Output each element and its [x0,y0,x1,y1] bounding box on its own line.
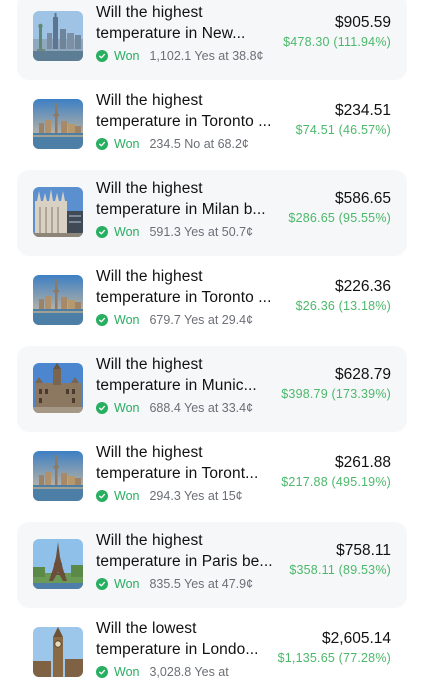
position-value: $234.51 [334,102,391,119]
positions-list: Will the highest temperature in New... W… [0,0,425,679]
position-status: Won 591.3 Yes at 50.7¢ [96,223,253,241]
market-title-line1: Will the highest [96,356,203,373]
position-value: $628.79 [334,366,391,383]
toronto-skyline-image [33,275,83,325]
market-title-line2: temperature in Londo... [96,641,259,658]
won-label: Won [114,137,140,151]
position-status: Won 294.3 Yes at 15¢ [96,487,243,505]
market-thumbnail [33,187,83,237]
market-thumbnail [33,539,83,589]
won-label: Won [114,225,140,239]
new-york-skyline-image [33,11,83,61]
position-status: Won 835.5 Yes at 47.9¢ [96,575,253,593]
market-thumbnail [33,275,83,325]
milan-cathedral-image [33,187,83,237]
market-title-line1: Will the highest [96,268,203,285]
market-title[interactable]: Will the highest temperature in Milan b.… [96,178,278,220]
position-gain: $26.36 (13.18%) [295,299,391,313]
market-thumbnail [33,627,83,677]
position-row[interactable]: Will the lowest temperature in Londo... … [17,610,407,679]
shares-detail: 835.5 Yes at 47.9¢ [149,577,254,591]
shares-detail: 234.5 No at 68.2¢ [149,137,249,151]
position-row[interactable]: Will the highest temperature in Toronto … [17,258,407,344]
position-gain: $478.30 (111.94%) [283,35,391,49]
market-title-line1: Will the highest [96,4,203,21]
position-row[interactable]: Will the highest temperature in Toront..… [17,434,407,520]
position-gain: $74.51 (46.57%) [295,123,391,137]
market-title-line2: temperature in Paris be... [96,553,273,570]
market-title-line2: temperature in Toront... [96,465,259,482]
position-value: $226.36 [334,278,391,295]
shares-detail: 3,028.8 Yes at [149,665,229,679]
shares-detail: 294.3 Yes at 15¢ [149,489,243,503]
position-gain: $1,135.65 (77.28%) [277,651,391,665]
check-circle-icon [96,490,108,502]
big-ben-image [33,627,83,677]
market-thumbnail [33,99,83,149]
toronto-skyline-image [33,99,83,149]
shares-detail: 679.7 Yes at 29.4¢ [149,313,254,327]
check-circle-icon [96,226,108,238]
market-title-line2: temperature in Munic... [96,377,257,394]
check-circle-icon [96,138,108,150]
position-gain: $358.11 (89.53%) [289,563,391,577]
market-thumbnail [33,363,83,413]
position-value: $2,605.14 [322,630,391,647]
market-thumbnail [33,451,83,501]
check-circle-icon [96,314,108,326]
position-row[interactable]: Will the highest temperature in Munic...… [17,346,407,432]
munich-town-hall-image [33,363,83,413]
check-circle-icon [96,666,108,678]
market-title-line1: Will the highest [96,92,203,109]
position-status: Won 688.4 Yes at 33.4¢ [96,399,253,417]
position-value: $758.11 [336,542,391,559]
position-value: $261.88 [334,454,391,471]
toronto-skyline-image [33,451,83,501]
shares-detail: 591.3 Yes at 50.7¢ [149,225,254,239]
market-title-line1: Will the highest [96,532,203,549]
won-label: Won [114,665,140,679]
market-title-line2: temperature in Toronto ... [96,289,272,306]
position-row[interactable]: Will the highest temperature in Toronto … [17,82,407,168]
won-label: Won [114,49,140,63]
position-status: Won 234.5 No at 68.2¢ [96,135,249,153]
position-gain: $286.65 (95.55%) [288,211,391,225]
position-gain: $398.79 (173.39%) [281,387,391,401]
eiffel-tower-image [33,539,83,589]
market-title[interactable]: Will the highest temperature in Munic... [96,354,278,396]
shares-detail: 1,102.1 Yes at 38.8¢ [149,49,264,63]
market-title-line2: temperature in New... [96,25,246,42]
position-row[interactable]: Will the highest temperature in Paris be… [17,522,407,608]
position-value: $586.65 [334,190,391,207]
market-title-line1: Will the highest [96,180,203,197]
market-title[interactable]: Will the highest temperature in New... [96,2,278,44]
won-label: Won [114,313,140,327]
market-title[interactable]: Will the highest temperature in Toronto … [96,90,278,132]
market-title[interactable]: Will the highest temperature in Toronto … [96,266,278,308]
position-value: $905.59 [334,14,391,31]
market-title[interactable]: Will the highest temperature in Toront..… [96,442,278,484]
won-label: Won [114,577,140,591]
position-status: Won 1,102.1 Yes at 38.8¢ [96,47,263,65]
check-circle-icon [96,50,108,62]
position-row[interactable]: Will the highest temperature in New... W… [17,0,407,80]
market-title[interactable]: Will the lowest temperature in Londo... [96,618,278,660]
position-status: Won 3,028.8 Yes at [96,663,229,679]
market-thumbnail [33,11,83,61]
market-title-line1: Will the highest [96,444,203,461]
shares-detail: 688.4 Yes at 33.4¢ [149,401,254,415]
position-status: Won 679.7 Yes at 29.4¢ [96,311,253,329]
market-title-line2: temperature in Milan b... [96,201,266,218]
market-title[interactable]: Will the highest temperature in Paris be… [96,530,278,572]
market-title-line1: Will the lowest [96,620,197,637]
check-circle-icon [96,402,108,414]
market-title-line2: temperature in Toronto ... [96,113,272,130]
won-label: Won [114,401,140,415]
position-row[interactable]: Will the highest temperature in Milan b.… [17,170,407,256]
position-gain: $217.88 (495.19%) [281,475,391,489]
check-circle-icon [96,578,108,590]
won-label: Won [114,489,140,503]
